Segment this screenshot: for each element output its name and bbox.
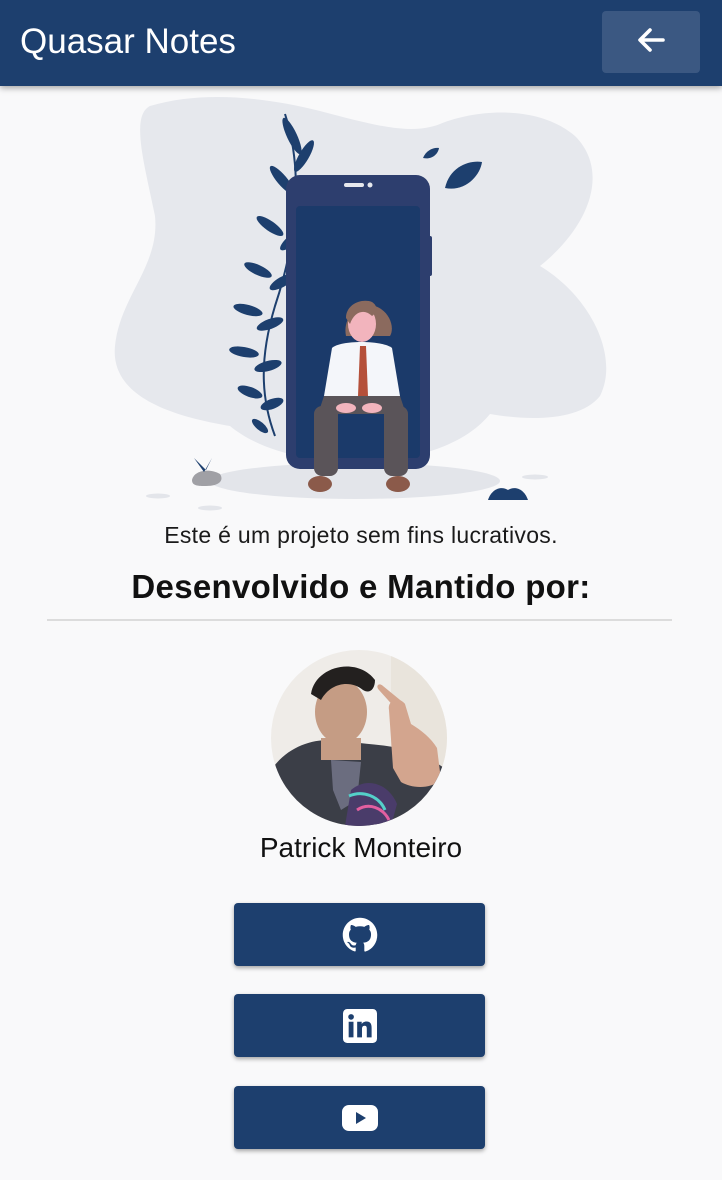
linkedin-icon	[342, 1008, 377, 1043]
github-button[interactable]	[234, 903, 485, 966]
author-avatar	[271, 650, 447, 826]
about-illustration	[110, 96, 610, 512]
youtube-icon	[341, 1104, 378, 1131]
developer-section-title: Desenvolvido e Mantido por:	[131, 568, 591, 605]
divider	[47, 619, 672, 621]
arrow-left-icon	[635, 24, 667, 61]
github-icon	[342, 917, 378, 953]
youtube-button[interactable]	[234, 1086, 485, 1149]
project-tagline: Este é um projeto sem fins lucrativos.	[164, 522, 558, 548]
author-name: Patrick Monteiro	[259, 832, 463, 863]
linkedin-button[interactable]	[234, 994, 485, 1057]
app-header: Quasar Notes	[0, 0, 722, 86]
app-title: Quasar Notes	[20, 22, 236, 61]
back-button[interactable]	[602, 11, 700, 73]
